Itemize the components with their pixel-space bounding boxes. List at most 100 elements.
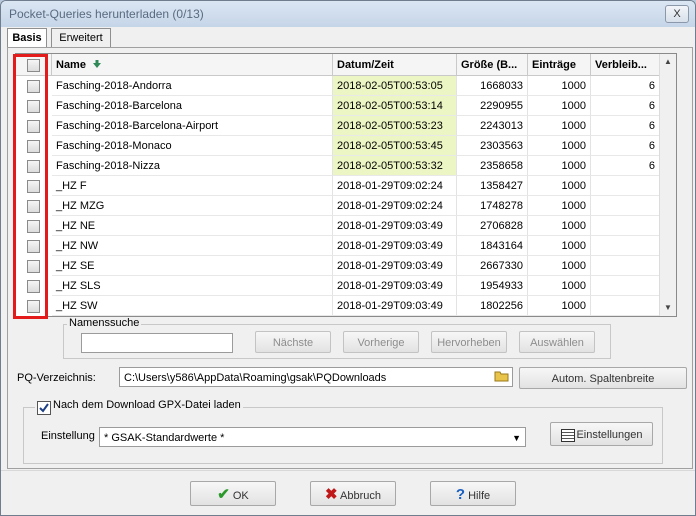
cell-remaining bbox=[591, 276, 660, 296]
cell-remaining bbox=[591, 196, 660, 216]
help-button-label: Hilfe bbox=[468, 490, 491, 502]
tab-basis[interactable]: Basis bbox=[7, 28, 47, 48]
cell-date: 2018-02-05T00:53:23 bbox=[333, 116, 457, 136]
close-button[interactable]: X bbox=[665, 5, 689, 23]
cell-entries: 1000 bbox=[528, 256, 591, 276]
cell-size: 1843164 bbox=[457, 236, 528, 256]
gpx-load-checkbox[interactable] bbox=[37, 401, 51, 415]
scroll-up-icon[interactable]: ▲ bbox=[660, 54, 676, 70]
header-name[interactable]: Name bbox=[52, 54, 333, 76]
ok-button-label: OK bbox=[232, 490, 249, 502]
cell-entries: 1000 bbox=[528, 176, 591, 196]
cell-name: Fasching-2018-Andorra bbox=[52, 76, 333, 96]
header-entries[interactable]: Einträge bbox=[528, 54, 591, 76]
cell-name: _HZ SLS bbox=[52, 276, 333, 296]
select-button[interactable]: Auswählen bbox=[519, 331, 595, 353]
header-remaining[interactable]: Verbleib... bbox=[591, 54, 660, 76]
cell-date: 2018-02-05T00:53:32 bbox=[333, 156, 457, 176]
autofit-columns-button[interactable]: Autom. Spaltenbreite bbox=[519, 367, 687, 389]
settings-button[interactable]: Einstellungen bbox=[550, 422, 653, 446]
cell-entries: 1000 bbox=[528, 296, 591, 316]
settings-button-label: Einstellungen bbox=[576, 429, 643, 441]
question-mark-icon: ? bbox=[455, 486, 466, 503]
cell-size: 2243013 bbox=[457, 116, 528, 136]
cell-size: 1748278 bbox=[457, 196, 528, 216]
cell-size: 2303563 bbox=[457, 136, 528, 156]
help-button[interactable]: ? Hilfe bbox=[430, 481, 516, 506]
folder-icon[interactable] bbox=[494, 369, 510, 383]
cell-size: 1358427 bbox=[457, 176, 528, 196]
cell-entries: 1000 bbox=[528, 236, 591, 256]
setting-label: Einstellung bbox=[41, 430, 95, 442]
check-icon: ✔ bbox=[217, 486, 230, 503]
cell-size: 2667330 bbox=[457, 256, 528, 276]
cell-size: 2706828 bbox=[457, 216, 528, 236]
cell-name: Fasching-2018-Monaco bbox=[52, 136, 333, 156]
cell-date: 2018-01-29T09:02:24 bbox=[333, 176, 457, 196]
cell-entries: 1000 bbox=[528, 276, 591, 296]
cell-entries: 1000 bbox=[528, 216, 591, 236]
cell-remaining: 6 bbox=[591, 136, 660, 156]
cell-name: _HZ F bbox=[52, 176, 333, 196]
cell-remaining bbox=[591, 296, 660, 316]
cell-remaining: 6 bbox=[591, 156, 660, 176]
pq-directory-input[interactable]: C:\Users\y586\AppData\Roaming\gsak\PQDow… bbox=[119, 367, 513, 387]
cancel-button-label: Abbruch bbox=[340, 490, 381, 502]
list-icon bbox=[561, 429, 575, 442]
cell-remaining: 6 bbox=[591, 76, 660, 96]
cell-size: 2290955 bbox=[457, 96, 528, 116]
cell-entries: 1000 bbox=[528, 136, 591, 156]
previous-button[interactable]: Vorherige bbox=[343, 331, 419, 353]
cell-remaining bbox=[591, 256, 660, 276]
cell-remaining bbox=[591, 216, 660, 236]
name-search-input[interactable] bbox=[81, 333, 233, 353]
cell-size: 1802256 bbox=[457, 296, 528, 316]
cell-date: 2018-01-29T09:02:24 bbox=[333, 196, 457, 216]
ok-button[interactable]: ✔ OK bbox=[190, 481, 276, 506]
cell-date: 2018-01-29T09:03:49 bbox=[333, 276, 457, 296]
cell-size: 1668033 bbox=[457, 76, 528, 96]
cell-remaining: 6 bbox=[591, 116, 660, 136]
cell-date: 2018-01-29T09:03:49 bbox=[333, 236, 457, 256]
cell-name: Fasching-2018-Barcelona-Airport bbox=[52, 116, 333, 136]
sort-down-icon bbox=[93, 60, 102, 68]
cell-entries: 1000 bbox=[528, 76, 591, 96]
cell-entries: 1000 bbox=[528, 156, 591, 176]
chevron-down-icon: ▼ bbox=[512, 433, 521, 443]
cell-entries: 1000 bbox=[528, 116, 591, 136]
cell-remaining: 6 bbox=[591, 96, 660, 116]
cell-date: 2018-01-29T09:03:49 bbox=[333, 216, 457, 236]
window-title: Pocket-Queries herunterladen (0/13) bbox=[9, 7, 204, 21]
cell-remaining bbox=[591, 236, 660, 256]
check-icon bbox=[39, 403, 49, 413]
cell-name: _HZ NW bbox=[52, 236, 333, 256]
header-date[interactable]: Datum/Zeit bbox=[333, 54, 457, 76]
tab-erweitert[interactable]: Erweitert bbox=[51, 28, 111, 47]
setting-select[interactable]: * GSAK-Standardwerte * ▼ bbox=[99, 427, 526, 447]
title-bar: Pocket-Queries herunterladen (0/13) X bbox=[1, 1, 695, 27]
checkbox-column-highlight bbox=[13, 54, 48, 319]
header-name-label: Name bbox=[56, 59, 86, 71]
pq-download-dialog: Pocket-Queries herunterladen (0/13) X Ba… bbox=[0, 0, 696, 516]
cell-remaining bbox=[591, 176, 660, 196]
cell-name: _HZ SE bbox=[52, 256, 333, 276]
header-size[interactable]: Größe (B... bbox=[457, 54, 528, 76]
cell-entries: 1000 bbox=[528, 196, 591, 216]
cell-date: 2018-01-29T09:03:49 bbox=[333, 296, 457, 316]
vertical-scrollbar[interactable]: ▲ ▼ bbox=[659, 54, 676, 316]
pq-table[interactable]: Name Datum/Zeit Größe (B... Einträge Ver… bbox=[15, 53, 677, 317]
gpx-load-label: Nach dem Download GPX-Datei laden bbox=[35, 399, 243, 411]
cell-date: 2018-02-05T00:53:45 bbox=[333, 136, 457, 156]
cell-name: _HZ NE bbox=[52, 216, 333, 236]
cell-size: 1954933 bbox=[457, 276, 528, 296]
cell-name: _HZ SW bbox=[52, 296, 333, 316]
scroll-down-icon[interactable]: ▼ bbox=[660, 300, 676, 316]
cell-name: Fasching-2018-Nizza bbox=[52, 156, 333, 176]
cell-size: 2358658 bbox=[457, 156, 528, 176]
highlight-button[interactable]: Hervorheben bbox=[431, 331, 507, 353]
cell-name: Fasching-2018-Barcelona bbox=[52, 96, 333, 116]
setting-select-value: * GSAK-Standardwerte * bbox=[104, 432, 225, 444]
next-button[interactable]: Nächste bbox=[255, 331, 331, 353]
cancel-button[interactable]: ✖ Abbruch bbox=[310, 481, 396, 506]
cell-date: 2018-02-05T00:53:14 bbox=[333, 96, 457, 116]
